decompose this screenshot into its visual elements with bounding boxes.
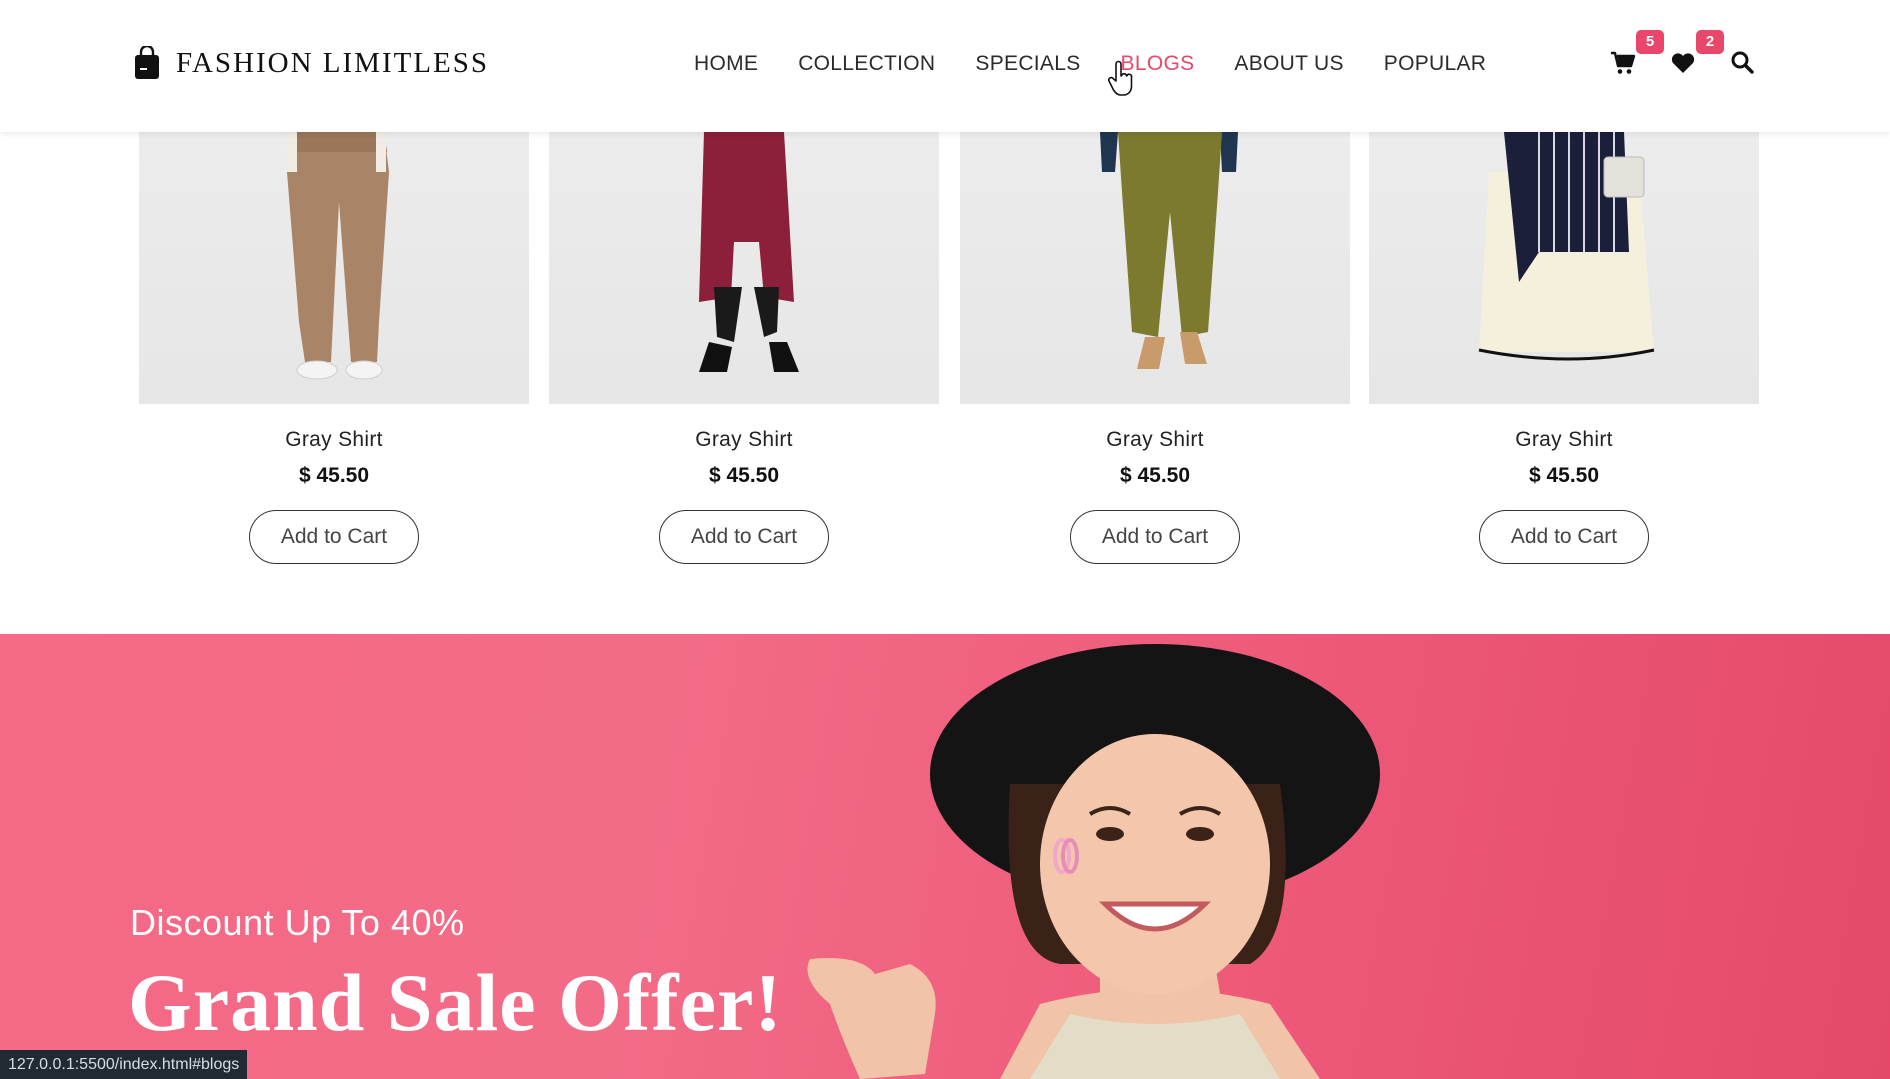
- wishlist-count-badge: 2: [1696, 30, 1724, 54]
- nav-home[interactable]: HOME: [694, 52, 758, 76]
- hand-pointer-cursor-icon: [1108, 60, 1134, 98]
- heart-icon: [1670, 50, 1696, 76]
- sale-banner: Discount Up To 40% Grand Sale Offer!: [0, 634, 1890, 1079]
- brand-name: FASHION LIMITLESS: [176, 46, 489, 79]
- add-to-cart-button[interactable]: Add to Cart: [1070, 510, 1240, 564]
- cart-count-badge: 5: [1636, 30, 1664, 54]
- product-title: Gray Shirt: [1106, 428, 1204, 451]
- product-card: Gray Shirt $ 45.50 Add to Cart: [960, 132, 1350, 564]
- product-image[interactable]: [960, 132, 1350, 404]
- nav-specials[interactable]: SPECIALS: [975, 52, 1080, 76]
- product-image[interactable]: [139, 132, 529, 404]
- site-header: FASHION LIMITLESS HOME COLLECTION SPECIA…: [0, 0, 1890, 132]
- add-to-cart-button[interactable]: Add to Cart: [659, 510, 829, 564]
- shopping-bag-icon: [134, 46, 160, 80]
- add-to-cart-button[interactable]: Add to Cart: [1479, 510, 1649, 564]
- add-to-cart-button[interactable]: Add to Cart: [249, 510, 419, 564]
- cart-button[interactable]: 5: [1610, 30, 1664, 76]
- product-grid: Gray Shirt $ 45.50 Add to Cart Gray Shir…: [0, 132, 1890, 634]
- product-image[interactable]: [1369, 132, 1759, 404]
- brand-logo[interactable]: FASHION LIMITLESS: [134, 46, 489, 80]
- search-icon: [1730, 50, 1756, 76]
- banner-subtitle: Discount Up To 40%: [130, 902, 465, 943]
- product-image[interactable]: [549, 132, 939, 404]
- nav-popular[interactable]: POPULAR: [1384, 52, 1486, 76]
- product-title: Gray Shirt: [695, 428, 793, 451]
- product-price: $ 45.50: [1119, 464, 1191, 487]
- nav-collection[interactable]: COLLECTION: [798, 52, 935, 76]
- cart-icon: [1610, 50, 1636, 76]
- product-price: $ 45.50: [298, 464, 370, 487]
- status-bar-url: 127.0.0.1:5500/index.html#blogs: [0, 1050, 248, 1079]
- product-card: Gray Shirt $ 45.50 Add to Cart: [139, 132, 529, 564]
- banner-title: Grand Sale Offer!: [128, 957, 783, 1048]
- wishlist-button[interactable]: 2: [1670, 30, 1724, 76]
- product-card: Gray Shirt $ 45.50 Add to Cart: [1369, 132, 1759, 564]
- product-price: $ 45.50: [708, 464, 780, 487]
- product-price: $ 45.50: [1528, 464, 1600, 487]
- banner-model-image: [807, 644, 1380, 1079]
- product-card: Gray Shirt $ 45.50 Add to Cart: [549, 132, 939, 564]
- nav-about-us[interactable]: ABOUT US: [1234, 52, 1343, 76]
- product-title: Gray Shirt: [285, 428, 383, 451]
- product-title: Gray Shirt: [1515, 428, 1613, 451]
- search-button[interactable]: [1730, 50, 1756, 76]
